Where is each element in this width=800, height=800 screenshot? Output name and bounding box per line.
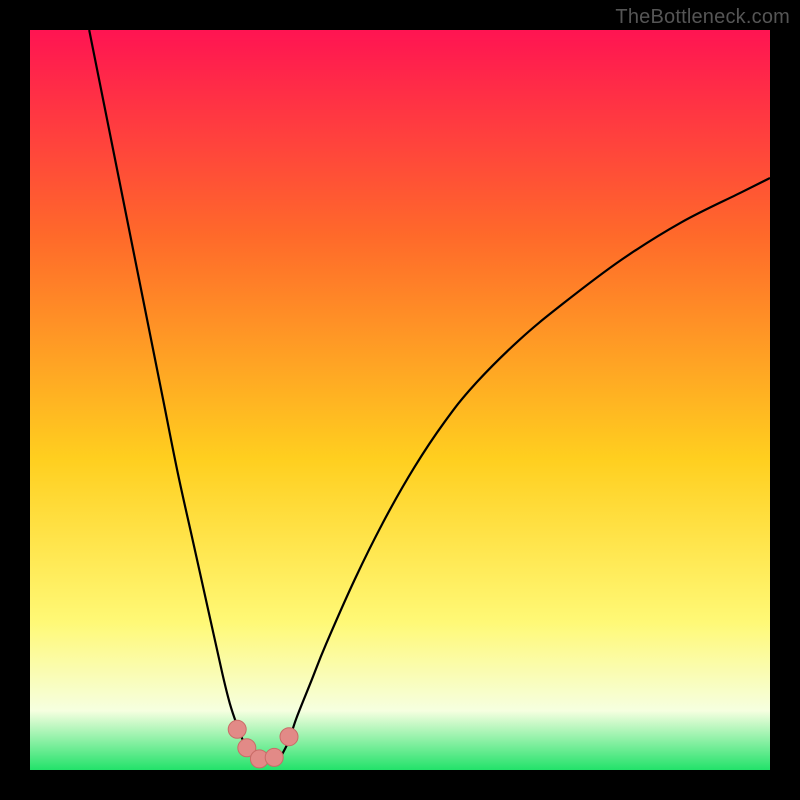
- marker-dot: [265, 748, 283, 766]
- marker-dot: [280, 728, 298, 746]
- plot-area: [30, 30, 770, 770]
- marker-dot: [228, 720, 246, 738]
- watermark-text: TheBottleneck.com: [615, 6, 790, 29]
- chart-frame: { "watermark": "TheBottleneck.com", "col…: [0, 0, 800, 800]
- bottleneck-chart: [30, 30, 770, 770]
- gradient-background: [30, 30, 770, 770]
